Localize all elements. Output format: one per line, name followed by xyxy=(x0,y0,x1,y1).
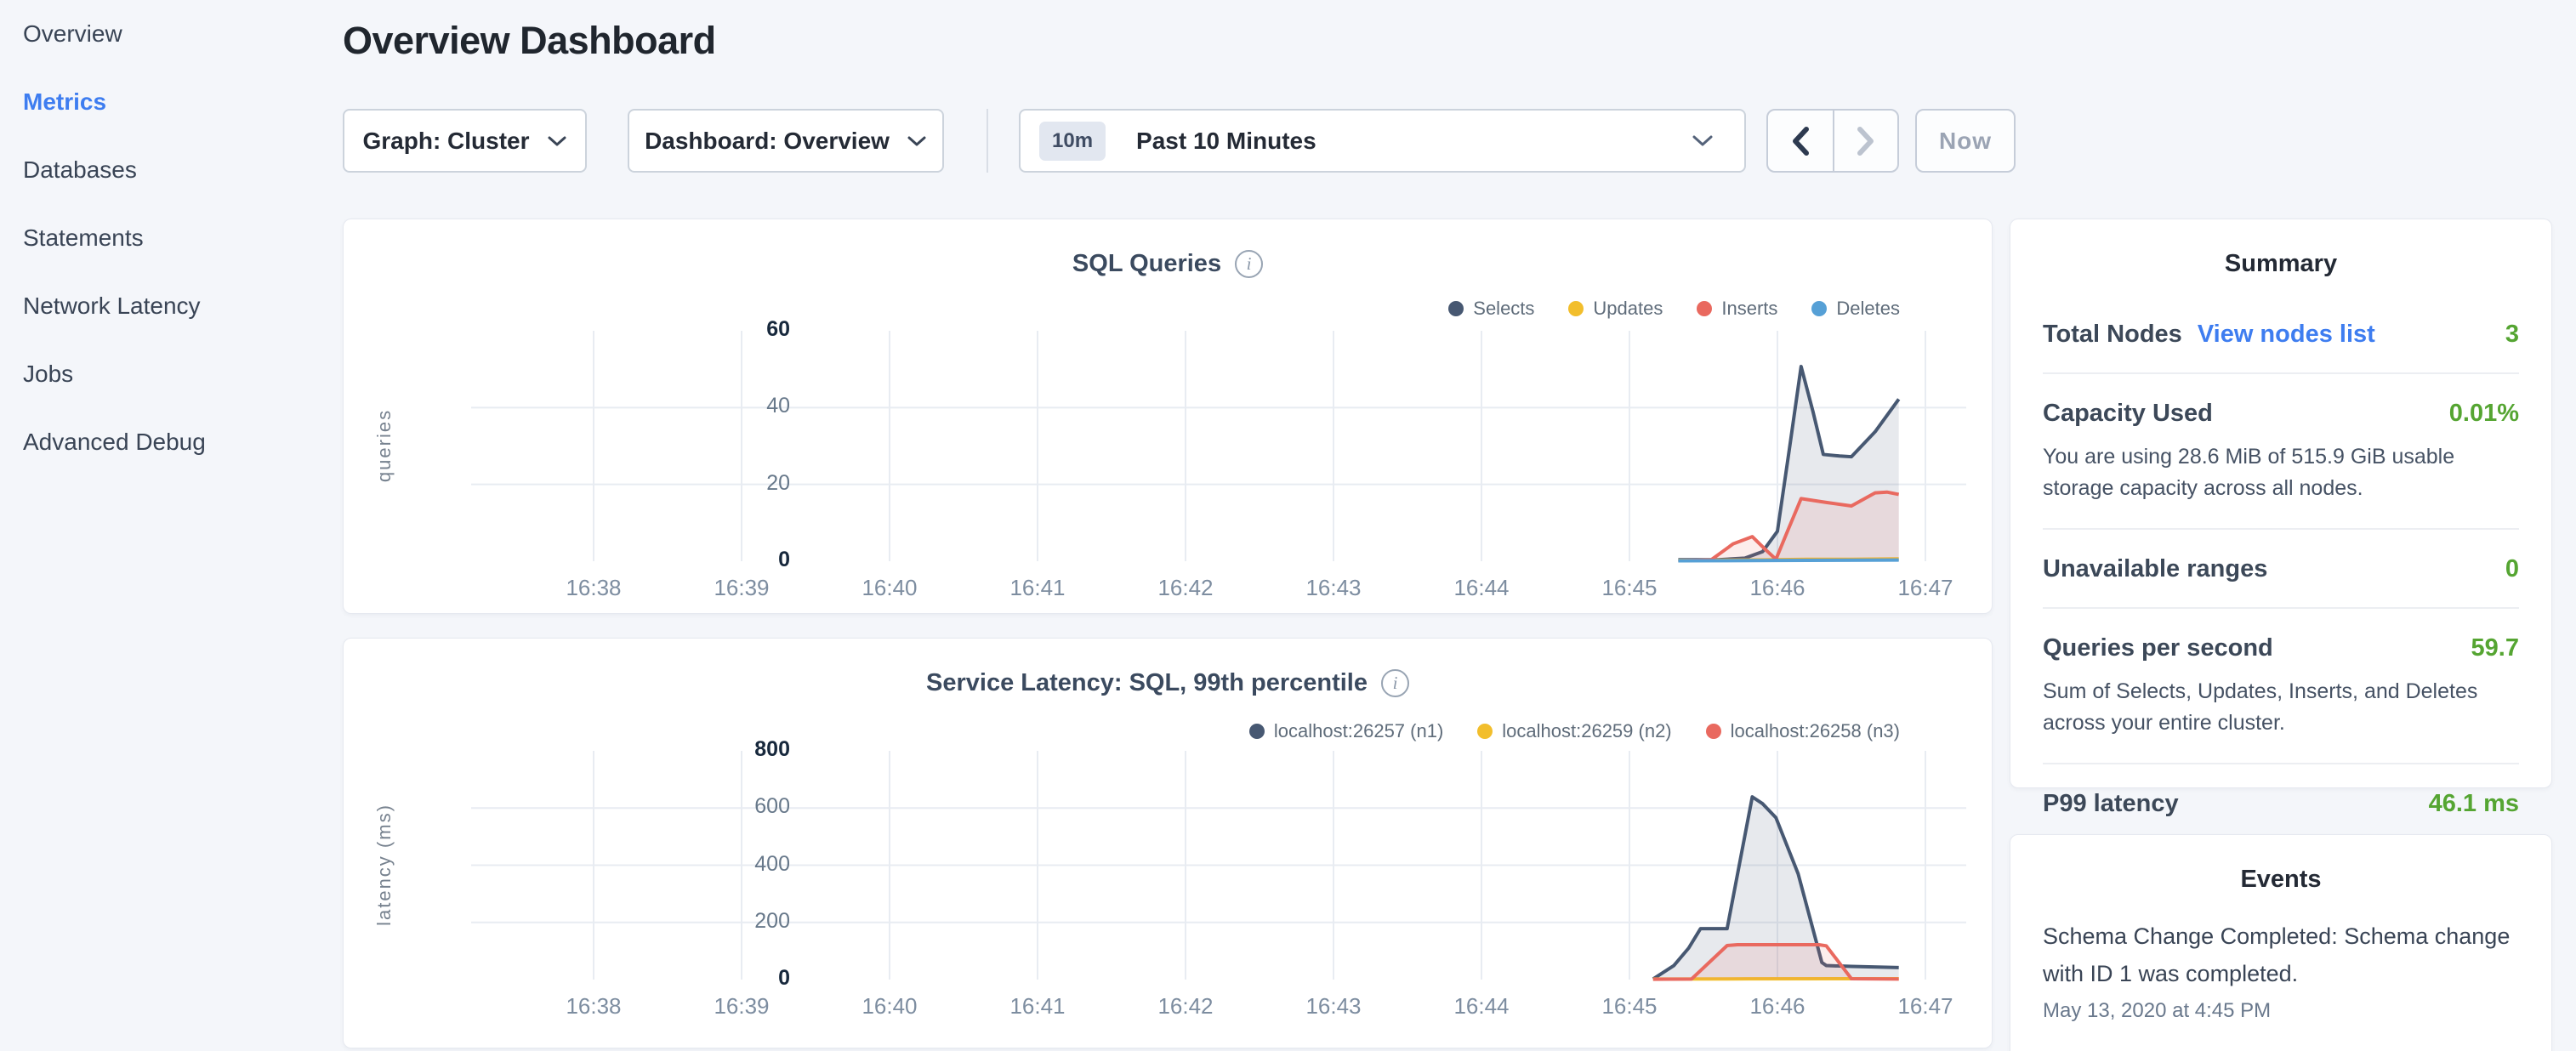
summary-row-description: Sum of Selects, Updates, Inserts, and De… xyxy=(2043,676,2519,739)
x-axis-tick: 16:40 xyxy=(830,993,949,1020)
events-panel: Events Schema Change Completed: Schema c… xyxy=(2010,834,2552,1051)
summary-row-p99-latency: P99 latency 46.1 ms xyxy=(2043,763,2519,842)
event-text: Schema Change Completed: Schema change w… xyxy=(2043,917,2519,992)
graph-dropdown[interactable]: Graph: Cluster xyxy=(343,109,587,173)
x-axis-tick: 16:38 xyxy=(534,575,653,601)
x-axis-tick: 16:41 xyxy=(978,575,1097,601)
page-title: Overview Dashboard xyxy=(343,19,716,63)
events-title: Events xyxy=(2010,835,2551,894)
x-axis-tick: 16:38 xyxy=(534,993,653,1020)
summary-row-capacity-used: Capacity Used 0.01% You are using 28.6 M… xyxy=(2043,372,2519,528)
x-axis-tick: 16:46 xyxy=(1718,575,1837,601)
graph-dropdown-label: Graph: Cluster xyxy=(362,128,529,155)
y-axis-tick: 400 xyxy=(624,852,790,877)
summary-row-label: Queries per second xyxy=(2043,634,2273,662)
x-axis-tick: 16:47 xyxy=(1866,575,1985,601)
chevron-down-icon xyxy=(1692,134,1714,148)
summary-row-description: You are using 28.6 MiB of 515.9 GiB usab… xyxy=(2043,441,2519,504)
x-axis-tick: 16:39 xyxy=(682,993,801,1020)
chevron-left-icon xyxy=(1789,125,1811,157)
chevron-down-icon xyxy=(547,135,567,147)
y-axis-tick: 20 xyxy=(624,471,790,496)
toolbar: Graph: Cluster Dashboard: Overview 10m P… xyxy=(0,109,2576,173)
now-button[interactable]: Now xyxy=(1915,109,2016,173)
chevron-down-icon xyxy=(907,135,927,147)
summary-row-value: 3 xyxy=(2505,321,2519,349)
summary-row-label: P99 latency xyxy=(2043,790,2179,818)
y-axis-tick: 40 xyxy=(624,394,790,418)
x-axis-tick: 16:39 xyxy=(682,575,801,601)
summary-row-value: 59.7 xyxy=(2471,634,2519,662)
step-back-button[interactable] xyxy=(1768,111,1833,171)
x-axis-tick: 16:41 xyxy=(978,993,1097,1020)
y-axis-tick: 60 xyxy=(624,317,790,342)
sql-queries-chart-card: SQL Queries i SelectsUpdatesInsertsDelet… xyxy=(343,219,1993,614)
sidebar-item-overview[interactable]: Overview xyxy=(0,0,336,68)
step-forward-button[interactable] xyxy=(1833,111,1897,171)
summary-row-value: 46.1 ms xyxy=(2429,790,2519,818)
chart-plot-area xyxy=(344,639,1993,1049)
y-axis-tick: 800 xyxy=(624,737,790,762)
x-axis-tick: 16:45 xyxy=(1570,575,1689,601)
x-axis-tick: 16:43 xyxy=(1274,993,1393,1020)
summary-row-unavailable-ranges: Unavailable ranges 0 xyxy=(2043,528,2519,607)
dashboard-dropdown-label: Dashboard: Overview xyxy=(645,128,890,155)
time-range-selector[interactable]: 10m Past 10 Minutes xyxy=(1019,109,1746,173)
sidebar-item-advanced-debug[interactable]: Advanced Debug xyxy=(0,408,336,476)
x-axis-tick: 16:46 xyxy=(1718,993,1837,1020)
service-latency-chart-card: Service Latency: SQL, 99th percentile i … xyxy=(343,638,1993,1048)
view-nodes-list-link[interactable]: View nodes list xyxy=(2198,321,2375,349)
chevron-right-icon xyxy=(1855,125,1877,157)
x-axis-tick: 16:45 xyxy=(1570,993,1689,1020)
x-axis-tick: 16:42 xyxy=(1126,993,1245,1020)
y-axis-tick: 0 xyxy=(624,548,790,572)
x-axis-tick: 16:44 xyxy=(1422,575,1541,601)
summary-panel: Summary Total Nodes View nodes list 3 Ca… xyxy=(2010,219,2552,788)
y-axis-label: latency (ms) xyxy=(373,720,395,1009)
summary-row-label: Capacity Used xyxy=(2043,400,2213,428)
sidebar-item-jobs[interactable]: Jobs xyxy=(0,340,336,408)
event-list-item: Schema Change Completed: Schema change w… xyxy=(2010,894,2551,1023)
y-axis-tick: 600 xyxy=(624,794,790,819)
summary-row-label: Unavailable ranges xyxy=(2043,555,2267,583)
y-axis-label: queries xyxy=(373,301,395,590)
dashboard-dropdown[interactable]: Dashboard: Overview xyxy=(628,109,944,173)
summary-title: Summary xyxy=(2010,219,2551,278)
sidebar-item-statements[interactable]: Statements xyxy=(0,204,336,272)
x-axis-tick: 16:42 xyxy=(1126,575,1245,601)
summary-row-value: 0 xyxy=(2505,555,2519,583)
toolbar-divider xyxy=(987,109,988,173)
x-axis-tick: 16:43 xyxy=(1274,575,1393,601)
time-range-badge: 10m xyxy=(1039,122,1106,161)
summary-row-label: Total Nodes xyxy=(2043,321,2182,349)
x-axis-tick: 16:47 xyxy=(1866,993,1985,1020)
time-range-label: Past 10 Minutes xyxy=(1136,128,1316,155)
sidebar-item-network-latency[interactable]: Network Latency xyxy=(0,272,336,340)
x-axis-tick: 16:40 xyxy=(830,575,949,601)
chart-plot-area xyxy=(344,219,1993,615)
summary-row-queries-per-second: Queries per second 59.7 Sum of Selects, … xyxy=(2043,607,2519,763)
summary-row-value: 0.01% xyxy=(2449,400,2519,428)
y-axis-tick: 0 xyxy=(624,966,790,991)
x-axis-tick: 16:44 xyxy=(1422,993,1541,1020)
summary-row-total-nodes: Total Nodes View nodes list 3 xyxy=(2043,295,2519,372)
time-step-buttons xyxy=(1766,109,1899,173)
event-timestamp: May 13, 2020 at 4:45 PM xyxy=(2043,999,2519,1023)
y-axis-tick: 200 xyxy=(624,909,790,934)
